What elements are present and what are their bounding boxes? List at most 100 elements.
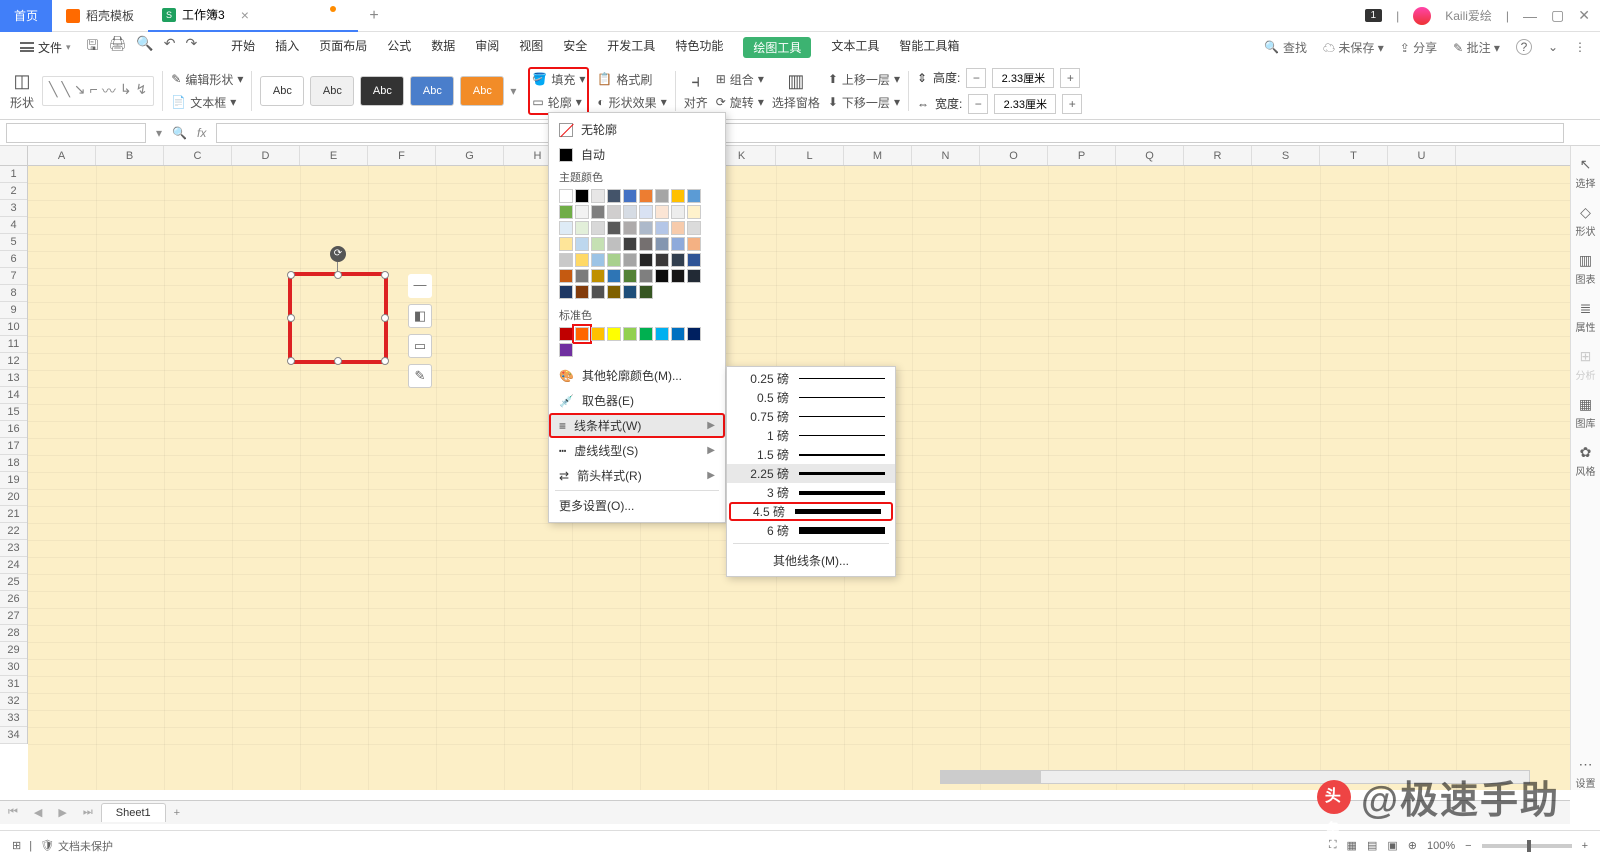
color-swatch[interactable] [575,221,589,235]
undo-icon[interactable]: ↶ [164,35,176,59]
row-header[interactable]: 32 [0,693,27,710]
row-header[interactable]: 30 [0,659,27,676]
line-weight-option[interactable]: 0.75 磅 [727,407,895,426]
line-weight-option[interactable]: 0.5 磅 [727,388,895,407]
line-weight-option[interactable]: 6 磅 [727,521,895,540]
row-header[interactable]: 29 [0,642,27,659]
column-header[interactable]: T [1320,146,1388,165]
zoom-in-icon[interactable]: + [1582,840,1588,852]
column-header[interactable]: U [1388,146,1456,165]
ribbon-tab[interactable]: 插入 [275,37,299,58]
line2-icon[interactable]: ╲ [61,81,69,101]
style-gallery-more-icon[interactable]: ▾ [510,84,516,98]
no-outline-item[interactable]: 无轮廓 [549,117,725,142]
color-swatch[interactable] [639,237,653,251]
protect-icon[interactable]: 🛡 [40,839,54,852]
close-icon[interactable]: ✕ [1578,7,1590,24]
color-swatch[interactable] [687,327,701,341]
color-swatch[interactable] [559,269,573,283]
target-icon[interactable]: ⊕ [1408,839,1417,852]
color-swatch[interactable] [671,205,685,219]
row-header[interactable]: 2 [0,183,27,200]
shape-gallery[interactable]: ╲ ╲ ↘ ⌐ 〰 ↳ ↯ [42,76,154,106]
color-swatch[interactable] [607,205,621,219]
line-weight-option[interactable]: 0.25 磅 [727,369,895,388]
height-minus[interactable]: − [966,68,986,88]
ribbon-tab[interactable]: 审阅 [475,37,499,58]
color-swatch[interactable] [655,189,669,203]
color-swatch[interactable] [575,189,589,203]
row-header[interactable]: 4 [0,217,27,234]
column-header[interactable]: G [436,146,504,165]
color-swatch[interactable] [623,285,637,299]
outline-button[interactable]: ▭ 轮廓 ▾ [532,94,585,111]
arrow-icon[interactable]: ↘ [74,81,86,101]
color-swatch[interactable] [559,189,573,203]
color-swatch[interactable] [671,269,685,283]
group-button[interactable]: ⊞ 组合 ▾ [716,71,764,88]
print-icon[interactable]: 🖨 [108,35,126,59]
style-preset-5[interactable]: Abc [460,76,504,106]
color-swatch[interactable] [687,205,701,219]
color-swatch[interactable] [623,269,637,283]
column-header[interactable]: M [844,146,912,165]
rotate-handle-icon[interactable]: ⟳ [330,246,346,262]
row-header[interactable]: 26 [0,591,27,608]
height-plus[interactable]: + [1060,68,1080,88]
ribbon-tab[interactable]: 数据 [431,37,455,58]
share-button[interactable]: ⇪ 分享 [1400,39,1437,56]
row-header[interactable]: 13 [0,370,27,387]
row-header[interactable]: 16 [0,421,27,438]
width-minus[interactable]: − [968,94,988,114]
ribbon-tab[interactable]: 智能工具箱 [899,37,959,58]
row-header[interactable]: 25 [0,574,27,591]
line-style-item[interactable]: ≡ 线条样式(W) ▶ [549,413,725,438]
tab-home[interactable]: 首页 [0,0,52,32]
color-swatch[interactable] [575,253,589,267]
eyedropper-item[interactable]: 💉 取色器(E) [549,388,725,413]
row-header[interactable]: 9 [0,302,27,319]
elbow2-icon[interactable]: ↳ [120,81,132,101]
minimize-icon[interactable]: — [1523,8,1537,24]
row-header[interactable]: 1 [0,166,27,183]
zoom-namebox-icon[interactable]: 🔍 [172,126,187,140]
column-header[interactable]: Q [1116,146,1184,165]
preview-icon[interactable]: 🔍 [136,35,153,59]
more-icon[interactable]: ⋮ [1574,40,1586,54]
line-icon[interactable]: ╲ [49,81,57,101]
color-swatch[interactable] [687,269,701,283]
row-header[interactable]: 12 [0,353,27,370]
selection-pane-button[interactable]: ▥选择窗格 [772,71,820,111]
color-swatch[interactable] [591,237,605,251]
color-swatch[interactable] [639,285,653,299]
notification-badge[interactable]: 1 [1365,9,1383,22]
edit-tool-icon[interactable]: ✎ [408,364,432,388]
unsaved-indicator[interactable]: ☁ 未保存 ▾ [1323,39,1384,56]
row-header[interactable]: 14 [0,387,27,404]
color-swatch[interactable] [639,327,653,341]
row-headers[interactable]: 1234567891011121314151617181920212223242… [0,166,28,744]
row-header[interactable]: 18 [0,455,27,472]
more-lines-item[interactable]: 其他线条(M)... [727,547,895,574]
line-weight-option[interactable]: 4.5 磅 [729,502,893,521]
row-header[interactable]: 22 [0,523,27,540]
line-weight-option[interactable]: 1.5 磅 [727,445,895,464]
collapse-ribbon-icon[interactable]: ⌄ [1548,40,1558,54]
color-swatch[interactable] [639,205,653,219]
row-header[interactable]: 5 [0,234,27,251]
ribbon-tab[interactable]: 开发工具 [607,37,655,58]
color-swatch[interactable] [623,237,637,251]
add-sheet-button[interactable]: + [166,807,188,819]
auto-outline-item[interactable]: 自动 [549,142,725,167]
color-swatch[interactable] [687,189,701,203]
view-page-icon[interactable]: ▤ [1367,839,1377,852]
color-swatch[interactable] [559,253,573,267]
color-swatch[interactable] [623,205,637,219]
more-settings-item[interactable]: 更多设置(O)... [549,493,725,518]
color-swatch[interactable] [655,327,669,341]
connector-icon[interactable]: ↯ [136,81,148,101]
sheet-tab-active[interactable]: Sheet1 [101,803,166,822]
color-swatch[interactable] [687,221,701,235]
line-weight-option[interactable]: 3 磅 [727,483,895,502]
color-swatch[interactable] [591,269,605,283]
